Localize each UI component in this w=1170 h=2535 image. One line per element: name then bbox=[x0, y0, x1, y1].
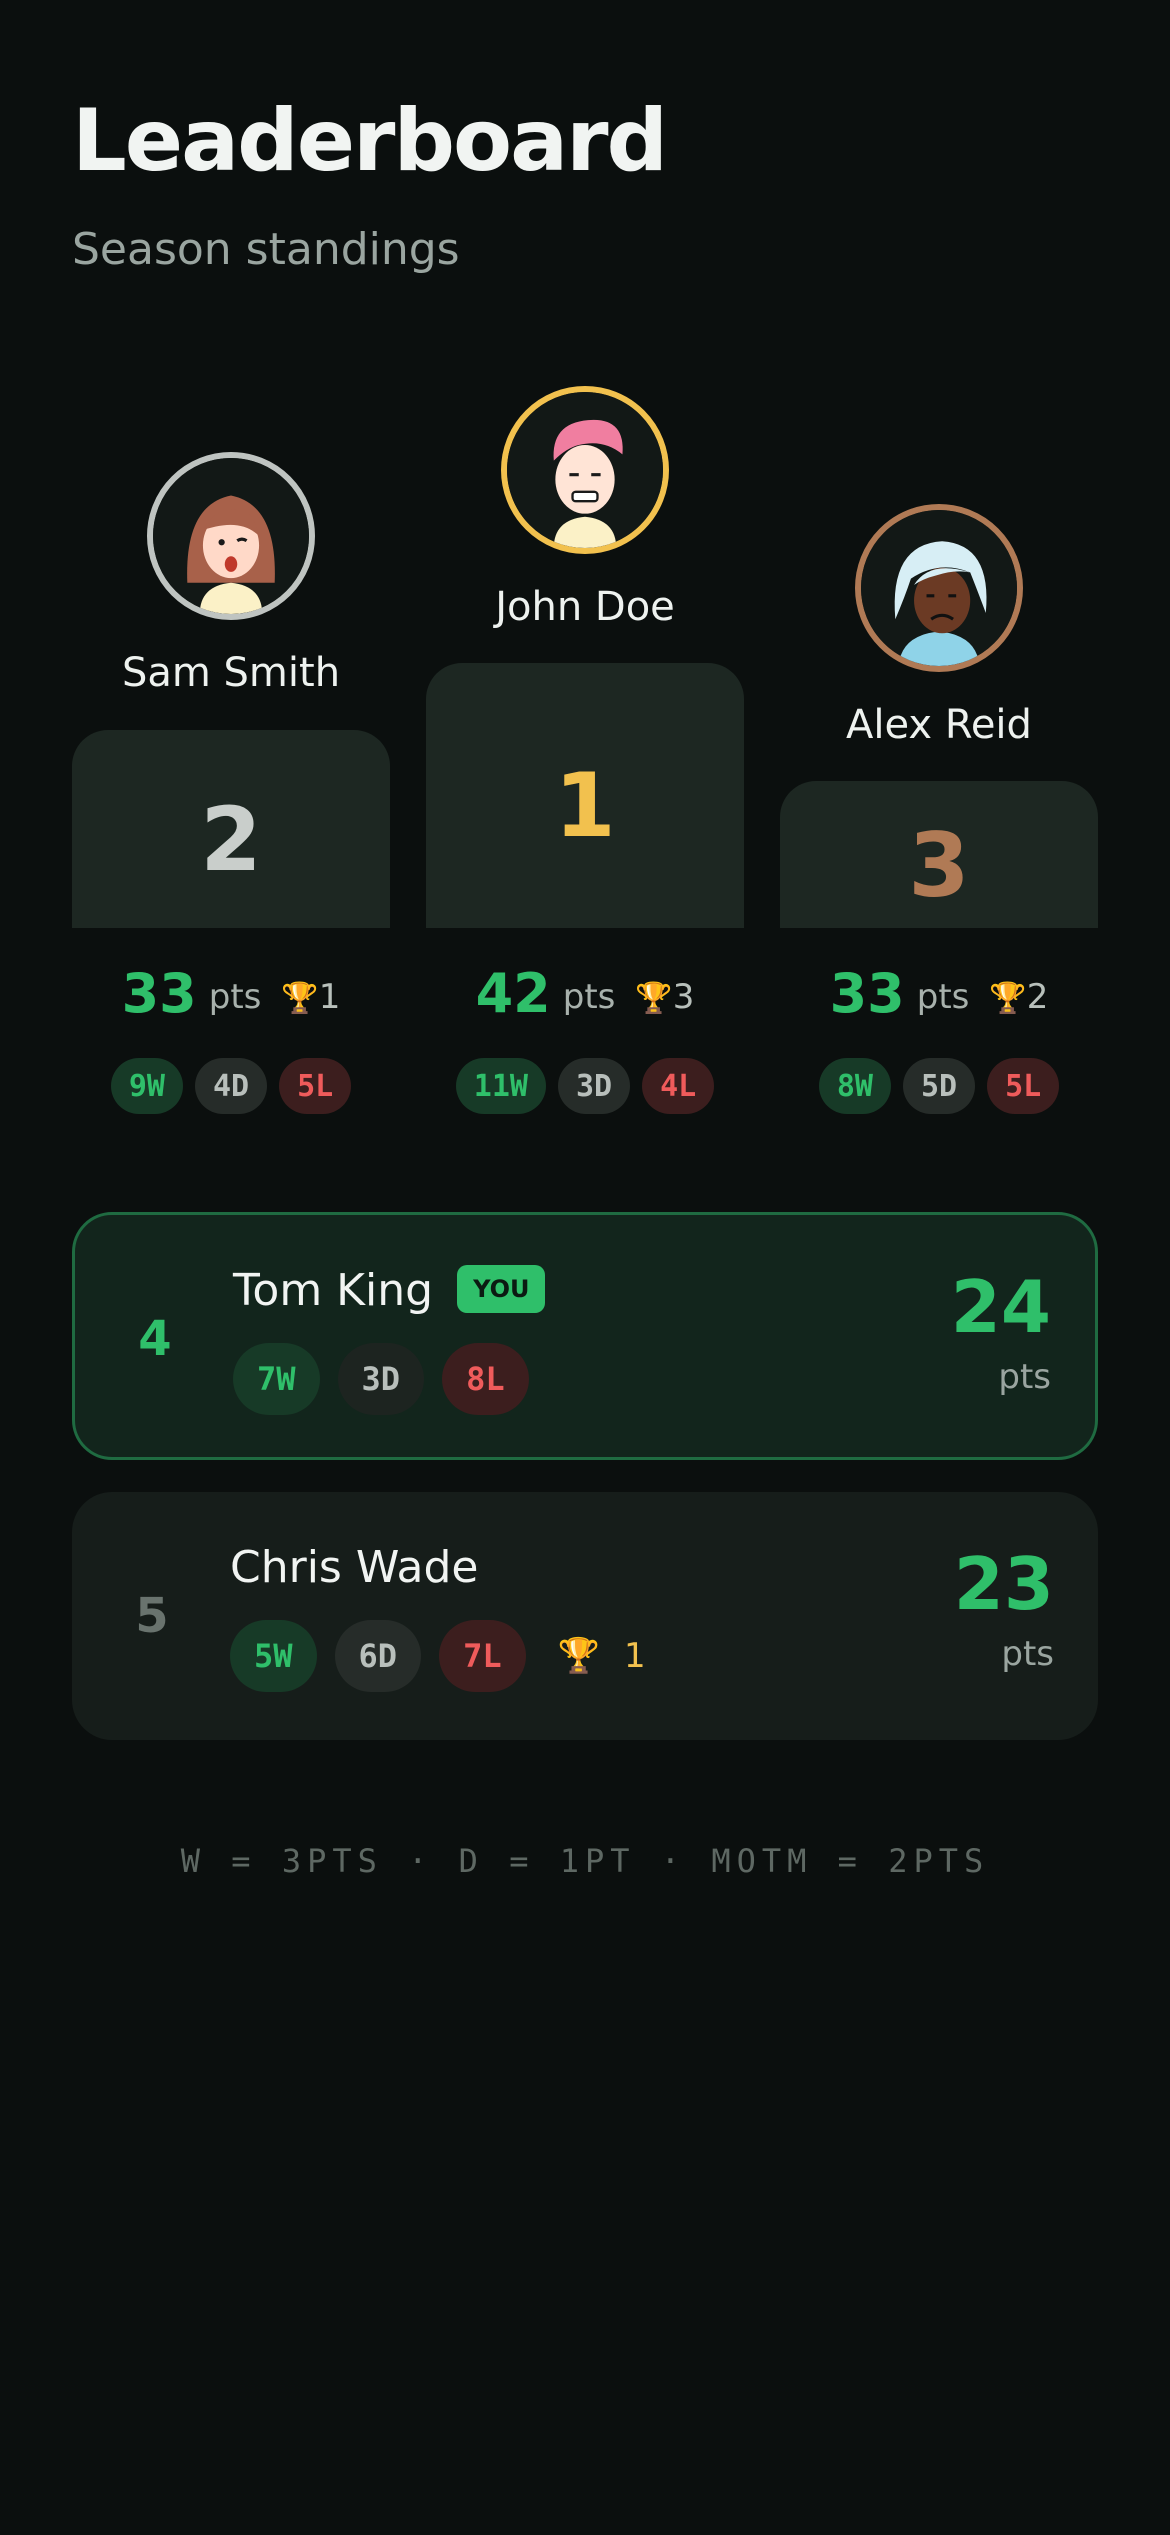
losses-chip: 4L bbox=[642, 1058, 715, 1114]
player-name: Alex Reid bbox=[846, 702, 1032, 748]
motm-count: 3 bbox=[672, 977, 695, 1017]
row-rank: 5 bbox=[135, 1588, 169, 1644]
avatar bbox=[501, 386, 669, 554]
leaderboard-row-current-user[interactable]: 4 Tom King YOU 7W 3D 8L 24 pts bbox=[72, 1212, 1098, 1460]
points-value: 33 bbox=[829, 962, 905, 1025]
page-subtitle: Season standings bbox=[72, 224, 460, 275]
points-label: pts bbox=[562, 977, 616, 1017]
wins-chip: 7W bbox=[233, 1343, 320, 1415]
row-record-chips: 5W 6D 7L 🏆 1 bbox=[230, 1620, 646, 1692]
motm-count: 2 bbox=[1026, 977, 1049, 1017]
rank-number: 1 bbox=[554, 754, 616, 857]
row-points-label: pts bbox=[1001, 1634, 1054, 1674]
losses-chip: 5L bbox=[987, 1058, 1060, 1114]
row-player-name: Tom King bbox=[233, 1265, 434, 1316]
scoring-legend: W = 3PTS · D = 1PT · MOTM = 2PTS bbox=[180, 1842, 990, 1880]
rank-number: 3 bbox=[908, 814, 970, 917]
trophy-icon: 🏆 bbox=[635, 981, 673, 1016]
row-points-value: 24 bbox=[950, 1265, 1051, 1349]
record-chips: 8W 5D 5L bbox=[780, 1058, 1098, 1114]
draws-chip: 6D bbox=[334, 1620, 422, 1692]
leaderboard-row[interactable]: 5 Chris Wade 5W 6D 7L 🏆 1 23 pts bbox=[72, 1492, 1098, 1740]
row-name-line: Tom King YOU bbox=[233, 1265, 546, 1316]
trophy-icon: 🏆 bbox=[989, 981, 1027, 1016]
player-name: Sam Smith bbox=[121, 650, 341, 696]
avatar bbox=[147, 452, 315, 620]
record-chips: 11W 3D 4L bbox=[426, 1058, 744, 1114]
losses-chip: 5L bbox=[279, 1058, 352, 1114]
points-label: pts bbox=[916, 977, 970, 1017]
row-player-name: Chris Wade bbox=[230, 1542, 479, 1593]
trophy-icon: 🏆 bbox=[281, 981, 319, 1016]
points-label: pts bbox=[208, 977, 262, 1017]
points-value: 33 bbox=[121, 962, 197, 1025]
avatar bbox=[855, 504, 1023, 672]
row-points-value: 23 bbox=[953, 1542, 1054, 1626]
draws-chip: 4D bbox=[194, 1058, 268, 1114]
wins-chip: 5W bbox=[230, 1620, 317, 1692]
motm-count: 1 bbox=[318, 977, 341, 1017]
points-line: 33 pts 🏆2 bbox=[780, 962, 1098, 1025]
record-chips: 9W 4D 5L bbox=[72, 1058, 390, 1114]
wins-chip: 8W bbox=[818, 1058, 891, 1114]
row-record-chips: 7W 3D 8L bbox=[233, 1343, 529, 1415]
points-line: 33 pts 🏆1 bbox=[72, 962, 390, 1025]
draws-chip: 3D bbox=[337, 1343, 425, 1415]
points-value: 42 bbox=[475, 962, 551, 1025]
motm-count: 1 bbox=[623, 1636, 646, 1676]
draws-chip: 5D bbox=[902, 1058, 976, 1114]
page-title: Leaderboard bbox=[72, 91, 668, 191]
wins-chip: 9W bbox=[110, 1058, 183, 1114]
wins-chip: 11W bbox=[455, 1058, 546, 1114]
rank-number: 2 bbox=[200, 788, 262, 891]
row-points-label: pts bbox=[998, 1357, 1051, 1397]
draws-chip: 3D bbox=[557, 1058, 631, 1114]
trophy-icon: 🏆 bbox=[557, 1636, 600, 1676]
you-badge: YOU bbox=[457, 1265, 546, 1313]
losses-chip: 8L bbox=[442, 1343, 529, 1415]
losses-chip: 7L bbox=[439, 1620, 526, 1692]
player-name: John Doe bbox=[495, 584, 675, 630]
row-rank: 4 bbox=[138, 1311, 172, 1367]
points-line: 42 pts 🏆3 bbox=[426, 962, 744, 1025]
